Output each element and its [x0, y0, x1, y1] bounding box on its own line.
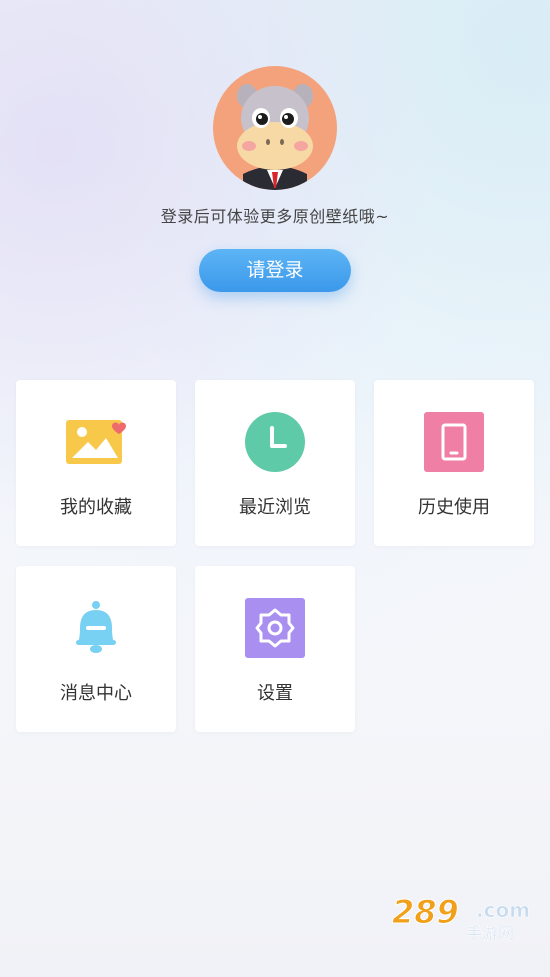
menu-label-settings: 设置: [257, 683, 293, 704]
site-watermark: 289 .com 手游网: [392, 893, 540, 944]
menu-label-history: 历史使用: [418, 497, 490, 518]
bell-icon: [66, 598, 126, 658]
watermark-suffix: .com: [476, 898, 530, 922]
menu-card-favorites[interactable]: 我的收藏: [16, 380, 176, 546]
login-button[interactable]: 请登录: [199, 249, 351, 292]
watermark-sub: 手游网: [466, 924, 514, 943]
menu-card-settings[interactable]: 设置: [195, 566, 355, 732]
menu-card-messages[interactable]: 消息中心: [16, 566, 176, 732]
menu-label-recent: 最近浏览: [239, 497, 311, 518]
watermark-brand: 289: [392, 893, 459, 931]
login-hint: 登录后可体验更多原创壁纸哦~: [160, 207, 390, 226]
image-heart-icon: [66, 412, 126, 472]
clock-icon: [245, 412, 305, 472]
phone-icon: [424, 412, 484, 472]
menu-label-favorites: 我的收藏: [60, 497, 132, 518]
hippo-avatar-icon: [237, 84, 313, 190]
menu-label-messages: 消息中心: [60, 683, 132, 704]
menu-card-recent[interactable]: 最近浏览: [195, 380, 355, 546]
user-avatar[interactable]: [213, 66, 337, 190]
gear-icon: [245, 598, 305, 658]
menu-card-history[interactable]: 历史使用: [374, 380, 534, 546]
